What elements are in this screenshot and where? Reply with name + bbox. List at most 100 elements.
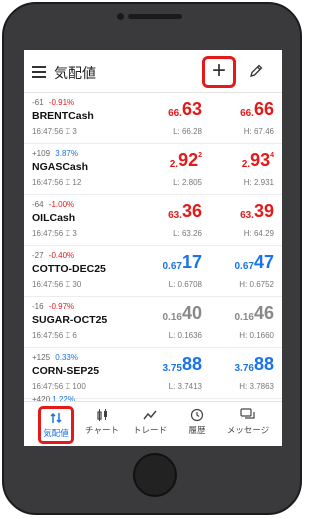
change-text: +125 0.33%	[32, 353, 78, 362]
quote-time: 16:47:56	[32, 331, 64, 340]
chart-icon	[97, 409, 107, 421]
bid-price-main: 40	[181, 303, 202, 323]
ask-price[interactable]: 2. 93 4	[242, 150, 274, 171]
quote-time: 16:47:56	[32, 127, 64, 136]
ask-price-main: 93	[250, 150, 271, 170]
time-spread: 16:47:56 ⌶ 3	[32, 127, 77, 137]
nav-history[interactable]: 履歴	[182, 406, 212, 444]
ask-price-main: 66	[253, 99, 274, 119]
quote-time: 16:47:56	[32, 382, 64, 391]
quote-row[interactable]: +125 0.33% CORN-SEP25 16:47:56 ⌶ 100 3.7…	[24, 348, 282, 399]
high-price: H: 64.29	[243, 229, 274, 238]
bid-price-main: 92	[178, 150, 199, 170]
change-points: -16	[32, 302, 44, 311]
quotes-icon	[50, 412, 62, 424]
quote-time: 16:47:56	[32, 280, 64, 289]
bid-price-prefix: 2.	[169, 159, 179, 170]
time-spread: 16:47:56 ⌶ 3	[32, 229, 77, 239]
spread-value: 100	[72, 382, 86, 391]
nav-label-messages: メッセージ	[226, 425, 270, 435]
spread-value: 30	[72, 280, 82, 289]
high-price: H: 2.931	[243, 178, 274, 187]
ask-price-prefix: 63.	[240, 210, 254, 221]
nav-label-quotes: 気配値	[43, 428, 69, 438]
ask-price-pip: 4	[270, 152, 274, 159]
ask-price-prefix: 66.	[240, 108, 254, 119]
spread-icon: ⌶	[65, 280, 71, 289]
bid-price[interactable]: 0.16 40	[163, 303, 203, 324]
spread-icon: ⌶	[65, 127, 71, 136]
bid-price-prefix: 63.	[168, 210, 182, 221]
change-text: -16 -0.97%	[32, 302, 74, 311]
symbol-name: SUGAR-OCT25	[32, 314, 108, 326]
change-percent: -1.00%	[48, 200, 75, 209]
quote-list: -61 -0.91% BRENTCash 16:47:56 ⌶ 3 66. 63…	[24, 93, 282, 399]
high-price: H: 0.6752	[239, 280, 274, 289]
bid-price-main: 17	[181, 252, 202, 272]
quote-row[interactable]: -61 -0.91% BRENTCash 16:47:56 ⌶ 3 66. 63…	[24, 93, 282, 144]
menu-icon[interactable]	[32, 66, 46, 78]
ask-price-main: 39	[253, 201, 274, 221]
spread-icon: ⌶	[65, 331, 71, 340]
quote-time: 16:47:56	[32, 178, 64, 187]
bid-price-prefix: 0.67	[162, 261, 182, 272]
bid-price-main: 36	[181, 201, 202, 221]
symbol-name: COTTO-DEC25	[32, 263, 106, 275]
ask-price-main: 47	[253, 252, 274, 272]
nav-label-history: 履歴	[188, 425, 206, 435]
symbol-name: BRENTCash	[32, 110, 94, 122]
bid-price-prefix: 66.	[168, 108, 182, 119]
time-spread: 16:47:56 ⌶ 6	[32, 331, 77, 341]
quote-row[interactable]: -64 -1.00% OILCash 16:47:56 ⌶ 3 63. 36 6…	[24, 195, 282, 246]
low-price: L: 3.7413	[168, 382, 202, 391]
symbol-name: OILCash	[32, 212, 76, 224]
ask-price-prefix: 0.16	[234, 312, 254, 323]
history-icon	[190, 408, 204, 422]
bid-price[interactable]: 2. 92 2	[170, 150, 202, 171]
home-button[interactable]	[133, 453, 177, 497]
ask-price[interactable]: 0.16 46	[235, 303, 275, 324]
bid-price-prefix: 3.75	[162, 363, 182, 374]
quote-row[interactable]: -27 -0.40% COTTO-DEC25 16:47:56 ⌶ 30 0.6…	[24, 246, 282, 297]
change-percent: -0.40%	[48, 251, 75, 260]
low-price: L: 2.805	[173, 178, 202, 187]
camera	[117, 13, 124, 20]
messages-icon	[240, 408, 255, 419]
nav-messages[interactable]: メッセージ	[220, 406, 276, 444]
bid-price[interactable]: 66. 63	[168, 99, 202, 120]
quote-row[interactable]: +109 3.87% NGASCash 16:47:56 ⌶ 12 2. 92 …	[24, 144, 282, 195]
change-percent: -0.91%	[48, 98, 75, 107]
ask-price[interactable]: 3.76 88	[235, 354, 275, 375]
bid-price[interactable]: 63. 36	[168, 201, 202, 222]
bid-price-main: 88	[181, 354, 202, 374]
quote-row[interactable]: -16 -0.97% SUGAR-OCT25 16:47:56 ⌶ 6 0.16…	[24, 297, 282, 348]
spread-icon: ⌶	[65, 229, 71, 238]
screen: 気配値 + -61 -0.91% BRENTCash 16:47:56 ⌶ 3 …	[24, 50, 282, 446]
ask-price[interactable]: 0.67 47	[235, 252, 275, 273]
phone-frame: 気配値 + -61 -0.91% BRENTCash 16:47:56 ⌶ 3 …	[2, 2, 302, 515]
add-symbol-button[interactable]: +	[202, 56, 236, 88]
change-points: +109	[32, 149, 51, 158]
bid-price-main: 63	[181, 99, 202, 119]
nav-quotes[interactable]: 気配値	[38, 406, 74, 444]
low-price: L: 63.26	[173, 229, 202, 238]
high-price: H: 3.7863	[239, 382, 274, 391]
change-points: +125	[32, 353, 51, 362]
change-points: -64	[32, 200, 44, 209]
spread-value: 3	[72, 127, 77, 136]
pencil-icon[interactable]	[248, 63, 264, 79]
nav-trade[interactable]: トレード	[128, 406, 172, 444]
change-points: -27	[32, 251, 44, 260]
ask-price-prefix: 2.	[241, 159, 251, 170]
nav-label-trade: トレード	[132, 425, 167, 435]
speaker	[128, 14, 182, 19]
change-text: -61 -0.91%	[32, 98, 74, 107]
ask-price[interactable]: 63. 39	[240, 201, 274, 222]
nav-chart[interactable]: チャート	[82, 406, 122, 444]
bid-price[interactable]: 3.75 88	[163, 354, 203, 375]
ask-price[interactable]: 66. 66	[240, 99, 274, 120]
spread-value: 3	[72, 229, 77, 238]
change-text: -27 -0.40%	[32, 251, 74, 260]
ask-price-prefix: 0.67	[234, 261, 254, 272]
bid-price[interactable]: 0.67 17	[163, 252, 203, 273]
